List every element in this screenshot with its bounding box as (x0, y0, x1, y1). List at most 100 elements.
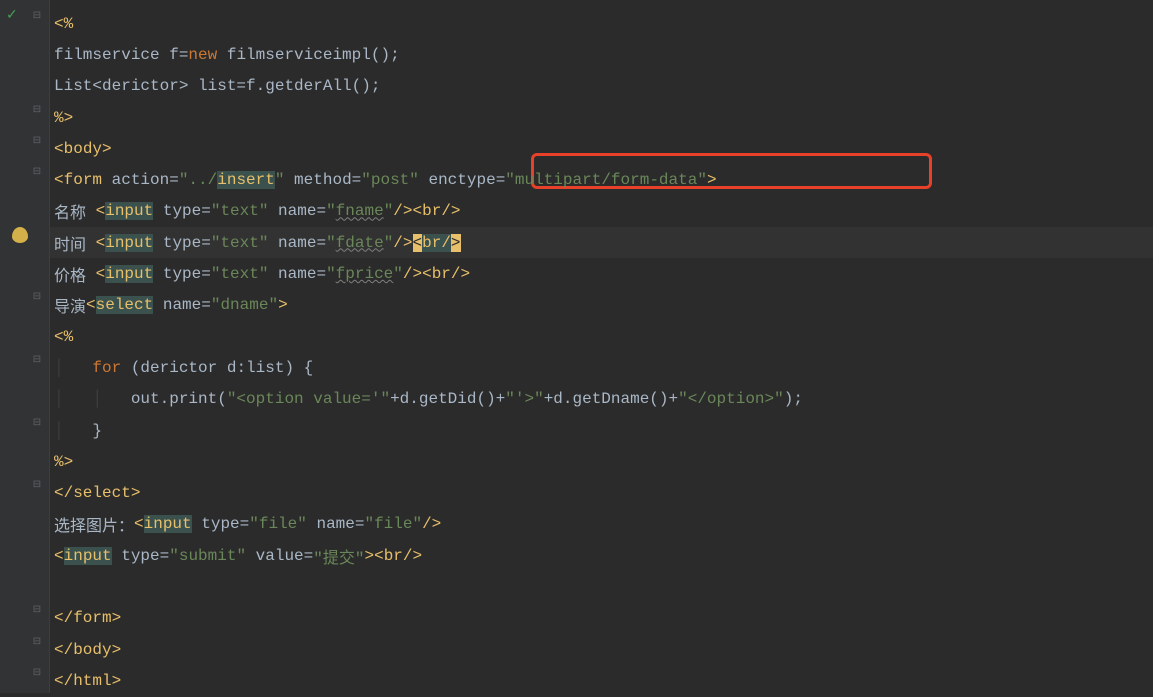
gutter-line (0, 31, 49, 62)
fold-minus-icon[interactable]: ⊟ (31, 667, 43, 679)
attr: type= (112, 547, 170, 565)
fold-minus-icon[interactable]: ⊟ (31, 604, 43, 616)
code-line[interactable]: 选择图片：<input type="file" name="file"/> (50, 509, 1153, 540)
tag-bracket: > (131, 484, 141, 502)
code-line[interactable]: %> (50, 446, 1153, 477)
string-wavy: fdate (336, 234, 384, 252)
tag-bracket: < (134, 515, 144, 533)
code-line[interactable]: <form action="../insert" method="post" e… (50, 164, 1153, 195)
tag-bracket: > (102, 140, 112, 158)
code-text: filmserviceimpl(); (217, 46, 399, 64)
string: " (326, 202, 336, 220)
gutter-line (0, 219, 49, 250)
code-line[interactable]: List<derictor> list=f.getderAll(); (50, 71, 1153, 102)
tag: form (73, 609, 111, 627)
attr: type= (192, 515, 250, 533)
code-line[interactable]: 价格 <input type="text" name="fprice"/><br… (50, 258, 1153, 289)
tag-bracket: < (96, 202, 106, 220)
code-line[interactable]: 名称 <input type="text" name="fname"/><br/… (50, 196, 1153, 227)
fold-minus-icon[interactable]: ⊟ (31, 166, 43, 178)
attr: method= (284, 171, 361, 189)
attr: name= (268, 265, 326, 283)
code-line[interactable]: </body> (50, 634, 1153, 665)
tag: html (73, 672, 111, 690)
string: " (326, 265, 336, 283)
attr: enctype= (419, 171, 505, 189)
tag: br (384, 547, 403, 565)
tag-bracket: /> (393, 202, 412, 220)
code-text: +d.getDid()+ (390, 390, 505, 408)
tag: br (432, 265, 451, 283)
tag-bracket: < (96, 265, 106, 283)
code-line[interactable] (50, 571, 1153, 602)
code-area[interactable]: <% filmservice f=new filmserviceimpl(); … (50, 0, 1153, 693)
tag-bracket: < (86, 296, 96, 314)
string: "text" (211, 265, 269, 283)
code-line[interactable]: %> (50, 102, 1153, 133)
code-text: List<derictor> list=f.getderAll(); (54, 77, 380, 95)
attr: value= (246, 547, 313, 565)
attr: type= (153, 202, 211, 220)
string: " (275, 171, 285, 189)
gutter-line (0, 563, 49, 594)
tag: input (105, 202, 153, 220)
string: "../ (179, 171, 217, 189)
tag: form (64, 171, 102, 189)
code-line[interactable]: <% (50, 8, 1153, 39)
tag-bracket: > (451, 234, 461, 252)
code-line[interactable]: filmservice f=new filmserviceimpl(); (50, 39, 1153, 70)
tag: br (422, 202, 441, 220)
string: "text" (211, 202, 269, 220)
attr: name= (268, 202, 326, 220)
code-line[interactable]: <body> (50, 133, 1153, 164)
attr: type= (153, 265, 211, 283)
string: " (326, 234, 336, 252)
code-line[interactable]: │ for (derictor d:list) { (50, 352, 1153, 383)
tag: select (96, 296, 154, 314)
tag: br (422, 234, 441, 252)
gutter-line: ⊟ (0, 657, 49, 688)
bulb-icon[interactable] (12, 227, 28, 243)
attr: name= (268, 234, 326, 252)
code-line[interactable]: │ } (50, 415, 1153, 446)
code-editor: ✓⊟ ⊟ ⊟ ⊟ ⊟ ⊟ ⊟ ⊟ ⊟ ⊟ ⊟ <% filmservice f=… (0, 0, 1153, 693)
tag-bracket: </ (54, 484, 73, 502)
string: " (384, 202, 394, 220)
code-line[interactable]: <% (50, 321, 1153, 352)
string: "file" (364, 515, 422, 533)
highlighted-word: insert (217, 171, 275, 189)
gutter-line: ⊟ (0, 282, 49, 313)
tag-bracket: < (54, 171, 64, 189)
string: "file" (249, 515, 307, 533)
fold-minus-icon[interactable]: ⊟ (31, 291, 43, 303)
fold-minus-icon[interactable]: ⊟ (31, 479, 43, 491)
fold-minus-icon[interactable]: ⊟ (31, 354, 43, 366)
tag-bracket: < (54, 547, 64, 565)
fold-minus-icon[interactable]: ⊟ (31, 636, 43, 648)
fold-minus-icon[interactable]: ⊟ (31, 417, 43, 429)
indent-guide: │ (54, 359, 92, 377)
tag-bracket: </ (54, 672, 73, 690)
string: "submit" (169, 547, 246, 565)
tag-bracket: / (441, 234, 451, 252)
code-line[interactable]: <input type="submit" value="提交"><br/> (50, 540, 1153, 571)
jsp-close: %> (54, 109, 73, 127)
fold-minus-icon[interactable]: ⊟ (31, 104, 43, 116)
code-line[interactable]: </form> (50, 603, 1153, 634)
code-line[interactable]: </select> (50, 477, 1153, 508)
fold-minus-icon[interactable]: ⊟ (31, 10, 43, 22)
indent-guide: │ │ (54, 390, 131, 408)
code-line[interactable]: 导演<select name="dname"> (50, 290, 1153, 321)
code-text: } (92, 422, 102, 440)
fold-minus-icon[interactable]: ⊟ (31, 135, 43, 147)
string: "'>" (505, 390, 543, 408)
tag-bracket: > (278, 296, 288, 314)
tag-bracket: > (112, 672, 122, 690)
code-line-active[interactable]: 时间 <input type="text" name="fdate"/><br/… (50, 227, 1153, 258)
gutter: ✓⊟ ⊟ ⊟ ⊟ ⊟ ⊟ ⊟ ⊟ ⊟ ⊟ ⊟ (0, 0, 50, 693)
code-line[interactable]: </html> (50, 665, 1153, 696)
code-line[interactable]: │ │ out.print("<option value='"+d.getDid… (50, 384, 1153, 415)
tag-bracket: </ (54, 641, 73, 659)
gutter-line: ⊟ (0, 125, 49, 156)
string: " (393, 265, 403, 283)
